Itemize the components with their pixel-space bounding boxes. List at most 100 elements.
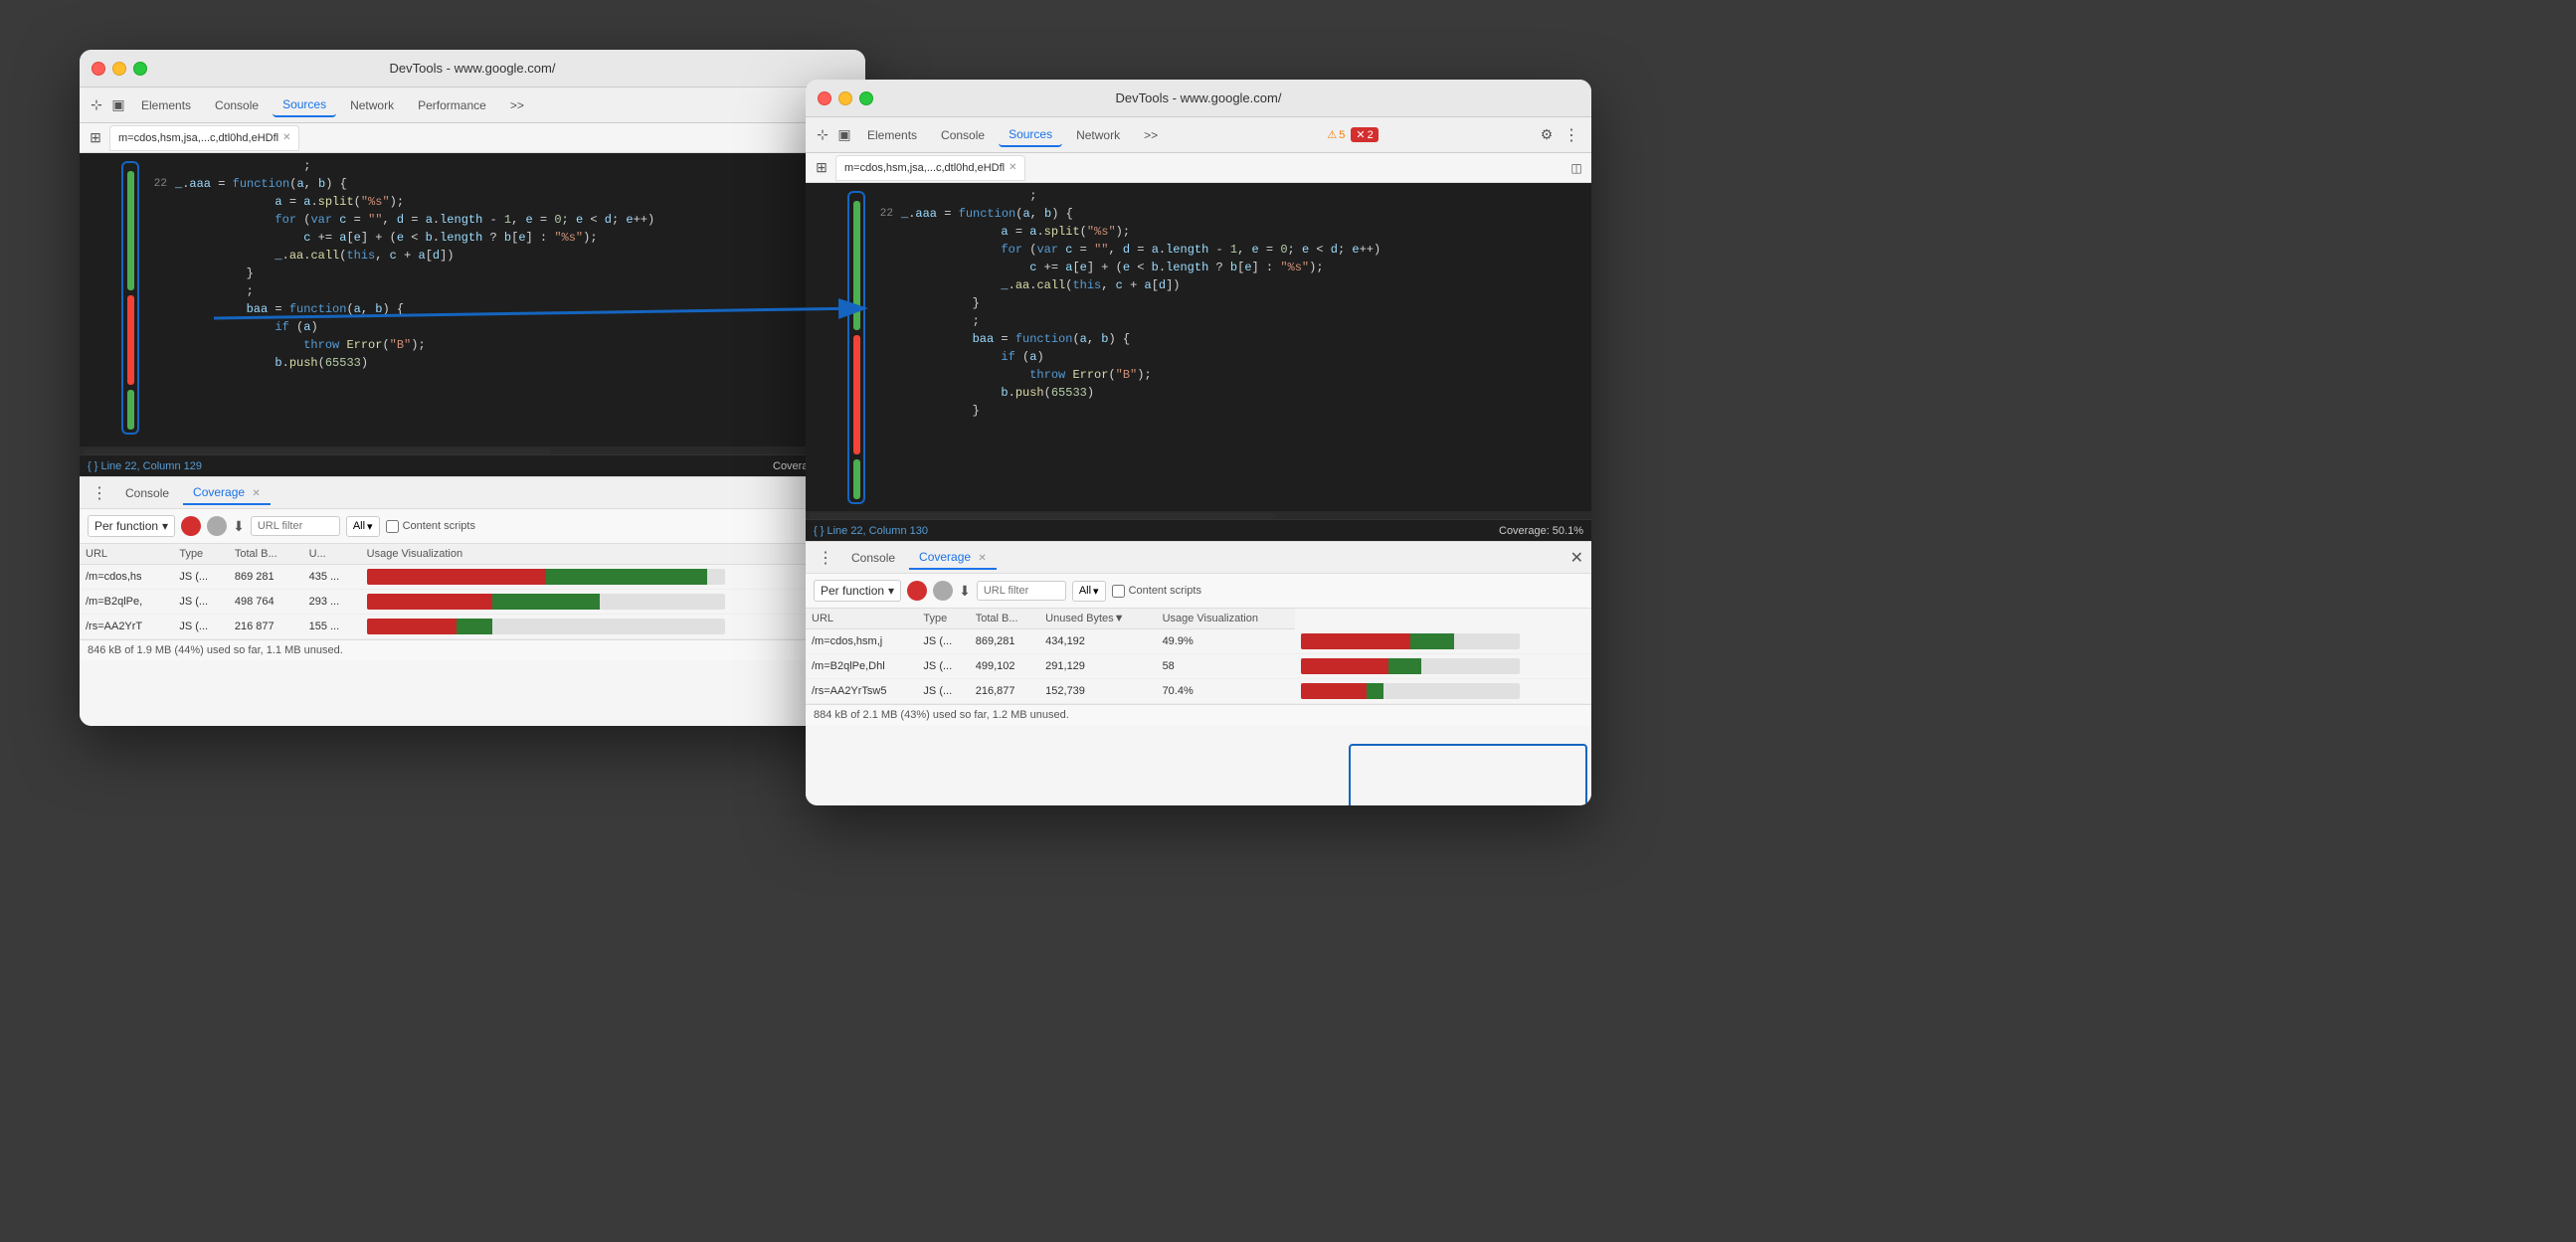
code-editor-right: ; 22 _.aaa = function(a, b) { a = a.spli… xyxy=(806,183,1591,511)
rrow2-type: JS (... xyxy=(917,653,969,678)
record-button-left[interactable] xyxy=(181,516,201,536)
all-dropdown-right[interactable]: All ▾ xyxy=(1072,581,1106,602)
traffic-lights-left xyxy=(92,62,147,76)
code-line-r12: b.push(65533) xyxy=(806,384,1591,402)
download-button-right[interactable]: ⬇ xyxy=(959,583,971,600)
content-scripts-label-left[interactable]: Content scripts xyxy=(386,520,475,533)
maximize-button-left[interactable] xyxy=(133,62,147,76)
tab-performance-left[interactable]: Performance xyxy=(408,94,496,116)
tab-elements-left[interactable]: Elements xyxy=(131,94,201,116)
content-scripts-checkbox-left[interactable] xyxy=(386,520,399,533)
content-scripts-label-right[interactable]: Content scripts xyxy=(1112,585,1201,598)
gear-icon-right[interactable]: ⚙ xyxy=(1538,126,1556,144)
file-tab-right[interactable]: m=cdos,hsm,jsa,...c,dtl0hd,eHDfl ✕ xyxy=(835,155,1025,181)
panel-tabbar-left: ⋮ Console Coverage ✕ ✕ xyxy=(80,477,865,509)
rrow2-unused: 291,129 xyxy=(1039,653,1156,678)
clear-button-left[interactable] xyxy=(207,516,227,536)
rrow1-unused: 434,192 xyxy=(1039,629,1156,654)
code-line-r13: } xyxy=(806,402,1591,420)
row2-viz xyxy=(361,590,865,615)
usage-bar-green-row1 xyxy=(546,569,707,585)
code-line-r9: baa = function(a, b) { xyxy=(806,330,1591,348)
col-total-left: Total B... xyxy=(229,544,303,565)
tab-sources-left[interactable]: Sources xyxy=(273,93,336,117)
tab-network-right[interactable]: Network xyxy=(1066,124,1130,146)
coverage-green-bar-left xyxy=(127,171,134,290)
coverage-tab-close-right[interactable]: ✕ xyxy=(978,553,986,564)
viz-highlight-right xyxy=(1349,744,1587,805)
tab-elements-right[interactable]: Elements xyxy=(857,124,927,146)
rusage-bar-red-row3 xyxy=(1301,683,1367,699)
row2-unused: 293 ... xyxy=(303,590,361,615)
cursor-icon-right[interactable]: ⊹ xyxy=(814,126,831,144)
panel-tabbar-right: ⋮ Console Coverage ✕ ✕ xyxy=(806,542,1591,574)
close-button-right[interactable] xyxy=(818,91,831,105)
row1-total: 869 281 xyxy=(229,565,303,590)
rrow3-total: 216,877 xyxy=(970,678,1039,703)
rrow3-type: JS (... xyxy=(917,678,969,703)
panel-tab-coverage-left[interactable]: Coverage ✕ xyxy=(183,481,271,505)
file-tab-label-right: m=cdos,hsm,jsa,...c,dtl0hd,eHDfl xyxy=(844,162,1005,174)
expand-icon-right[interactable]: ◫ xyxy=(1567,159,1585,177)
tab-network-left[interactable]: Network xyxy=(340,94,404,116)
more-options-right[interactable]: ⋮ xyxy=(1560,125,1583,145)
tab-console-left[interactable]: Console xyxy=(205,94,269,116)
all-dropdown-left[interactable]: All ▾ xyxy=(346,516,380,537)
code-scrollbar-left[interactable] xyxy=(80,446,865,454)
download-button-left[interactable]: ⬇ xyxy=(233,518,245,535)
tab-sources-right[interactable]: Sources xyxy=(999,123,1062,147)
panel-close-right[interactable]: ✕ xyxy=(1570,548,1583,568)
table-row[interactable]: /m=cdos,hsm,j JS (... 869,281 434,192 49… xyxy=(806,629,1591,654)
minimize-button-left[interactable] xyxy=(112,62,126,76)
col-url-right: URL xyxy=(806,609,917,629)
file-tab-close-right[interactable]: ✕ xyxy=(1009,162,1016,173)
table-row[interactable]: /m=cdos,hs JS (... 869 281 435 ... xyxy=(80,565,865,590)
rrow1-type: JS (... xyxy=(917,629,969,654)
coverage-toolbar-left: Per function ▾ ⬇ All ▾ Content scripts xyxy=(80,509,865,544)
minimize-button-right[interactable] xyxy=(838,91,852,105)
per-function-button-right[interactable]: Per function ▾ xyxy=(814,580,901,602)
code-scrollbar-right[interactable] xyxy=(806,511,1591,519)
rusage-bar-green-row1 xyxy=(1410,633,1454,649)
devtools-toolbar-left: ⊹ ▣ Elements Console Sources Network Per… xyxy=(80,88,865,123)
tab-console-right[interactable]: Console xyxy=(931,124,995,146)
panel-tab-console-left[interactable]: Console xyxy=(115,482,179,504)
close-button-left[interactable] xyxy=(92,62,105,76)
device-icon-right[interactable]: ▣ xyxy=(835,126,853,144)
bottom-panel-right: ⋮ Console Coverage ✕ ✕ Per function ▾ ⬇ … xyxy=(806,541,1591,805)
tab-more-right[interactable]: >> xyxy=(1134,124,1168,146)
usage-bar-row2 xyxy=(367,594,725,610)
table-row[interactable]: /m=B2qlPe, JS (... 498 764 293 ... xyxy=(80,590,865,615)
coverage-table-right: URL Type Total B... Unused Bytes▼ Usage … xyxy=(806,609,1591,704)
sidebar-toggle-right[interactable]: ⊞ xyxy=(812,158,831,178)
url-filter-left[interactable] xyxy=(251,516,340,536)
file-tab-left[interactable]: m=cdos,hsm,jsa,...c,dtl0hd,eHDfl ✕ xyxy=(109,125,299,151)
code-line-2: 22 _.aaa = function(a, b) { xyxy=(80,175,865,193)
table-row[interactable]: /rs=AA2YrTsw5 JS (... 216,877 152,739 70… xyxy=(806,678,1591,703)
url-filter-right[interactable] xyxy=(977,581,1066,601)
clear-button-right[interactable] xyxy=(933,581,953,601)
cursor-icon[interactable]: ⊹ xyxy=(88,96,105,114)
content-scripts-checkbox-right[interactable] xyxy=(1112,585,1125,598)
panel-menu-left[interactable]: ⋮ xyxy=(88,483,111,503)
panel-menu-right[interactable]: ⋮ xyxy=(814,548,837,568)
sidebar-toggle-left[interactable]: ⊞ xyxy=(86,128,105,148)
rusage-bar-row2 xyxy=(1301,658,1520,674)
panel-tab-coverage-right[interactable]: Coverage ✕ xyxy=(909,546,997,570)
file-tab-close-left[interactable]: ✕ xyxy=(282,132,290,143)
code-line-r1: ; xyxy=(806,187,1591,205)
maximize-button-right[interactable] xyxy=(859,91,873,105)
table-row[interactable]: /rs=AA2YrT JS (... 216 877 155 ... xyxy=(80,615,865,639)
usage-bar-red-row2 xyxy=(367,594,492,610)
per-function-button-left[interactable]: Per function ▾ xyxy=(88,515,175,537)
table-row[interactable]: /m=B2qlPe,Dhl JS (... 499,102 291,129 58 xyxy=(806,653,1591,678)
tab-more-left[interactable]: >> xyxy=(500,94,534,116)
titlebar-right: DevTools - www.google.com/ xyxy=(806,80,1591,117)
record-button-right[interactable] xyxy=(907,581,927,601)
panel-tab-console-right[interactable]: Console xyxy=(841,547,905,569)
rrow2-url: /m=B2qlPe,Dhl xyxy=(806,653,917,678)
titlebar-left: DevTools - www.google.com/ xyxy=(80,50,865,88)
device-icon[interactable]: ▣ xyxy=(109,96,127,114)
status-position-left: { } Line 22, Column 129 xyxy=(88,460,202,472)
coverage-tab-close-left[interactable]: ✕ xyxy=(252,488,260,499)
